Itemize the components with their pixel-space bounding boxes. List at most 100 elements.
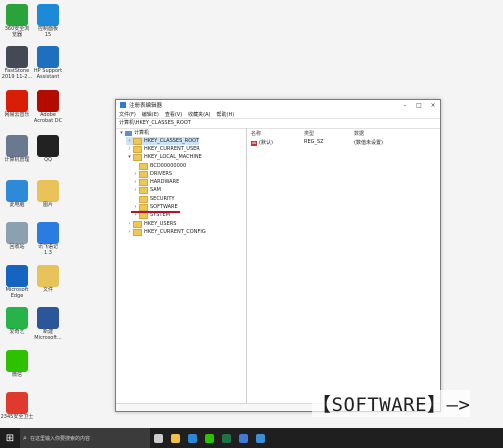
acrobat-icon: [37, 90, 59, 112]
faststone-icon: [6, 46, 28, 68]
desktop-icon-word-doc[interactable]: 新建 Microsoft...: [31, 307, 65, 341]
folder-icon: [139, 195, 148, 203]
desktop-icon-netease-music[interactable]: 网易云音乐: [0, 90, 34, 119]
expand-arrow-icon[interactable]: ›: [126, 220, 133, 228]
expand-arrow-icon[interactable]: ▾: [126, 153, 133, 161]
recycle-bin-icon: [6, 222, 28, 244]
taskbar: ⊞ ⌕ 在这里输入你要搜索的内容: [0, 428, 503, 448]
close-button[interactable]: ×: [426, 100, 440, 110]
desktop-icon-file[interactable]: 文件: [31, 265, 65, 294]
explorer-icon: [171, 433, 180, 443]
file-icon: [37, 265, 59, 287]
iqiyi-icon: [6, 307, 28, 329]
menu-file[interactable]: 文件(F): [119, 111, 136, 118]
expand-arrow-icon[interactable]: ›: [126, 137, 133, 145]
taskbar-photos[interactable]: [235, 428, 252, 448]
maximize-button[interactable]: □: [412, 100, 426, 110]
registry-editor-window: 注册表编辑器 – □ × 文件(F) 编辑(E) 查看(V) 收藏夹(A) 帮助…: [115, 99, 441, 412]
folder-icon: [133, 145, 142, 153]
desktop-icon-360browser[interactable]: 360安全浏 览器: [0, 4, 34, 38]
taskbar-wechat[interactable]: [201, 428, 218, 448]
tree-node-sam[interactable]: › SAM: [132, 186, 161, 194]
software-annotation: 【SOFTWARE】—>: [312, 390, 471, 417]
taskbar-excel[interactable]: [218, 428, 235, 448]
tree-node-hkey-users[interactable]: › HKEY_USERS: [126, 220, 176, 228]
expand-arrow-icon[interactable]: ›: [132, 170, 139, 178]
computer-icon: [125, 130, 132, 136]
expand-arrow-icon[interactable]: ›: [132, 178, 139, 186]
qq-icon: [37, 135, 59, 157]
pictures-icon: [37, 180, 59, 202]
desktop-icon-edge[interactable]: Microsoft Edge: [0, 265, 34, 299]
windows-logo-icon: ⊞: [5, 432, 15, 444]
desktop-icon-qq[interactable]: QQ: [31, 135, 65, 164]
minimize-button[interactable]: –: [398, 100, 412, 110]
column-header-type[interactable]: 类型: [304, 130, 314, 137]
list-item-type: REG_SZ: [304, 139, 324, 145]
folder-icon: [139, 186, 148, 194]
desktop-icon-2345-security[interactable]: 2345安全卫士: [0, 392, 34, 421]
taskbar-search[interactable]: ⌕ 在这里输入你要搜索的内容: [20, 428, 150, 448]
values-list: 名称 类型 数据 ab (默认) REG_SZ (数值未设置): [247, 128, 440, 403]
tree-node-computer[interactable]: ▾ 计算机: [118, 129, 149, 137]
desktop-icon-this-pc[interactable]: 此电脑: [0, 180, 34, 209]
menu-bar: 文件(F) 编辑(E) 查看(V) 收藏夹(A) 帮助(H): [116, 110, 440, 118]
taskbar-task-view[interactable]: [150, 428, 167, 448]
netease-music-icon: [6, 90, 28, 112]
desktop-icon-control-panel[interactable]: 控制面板 15: [31, 4, 65, 38]
desktop-icon-acrobat[interactable]: Adobe Acrobat DC: [31, 90, 65, 124]
desktop-icon-wechat[interactable]: 微信: [0, 350, 34, 379]
menu-help[interactable]: 帮助(H): [217, 111, 235, 118]
expand-arrow-icon[interactable]: ›: [126, 228, 133, 236]
desktop-icon-pictures[interactable]: 图片: [31, 180, 65, 209]
folder-icon: [139, 178, 148, 186]
task-view-icon: [154, 433, 163, 443]
tree-node-software[interactable]: › SOFTWARE: [132, 203, 178, 211]
start-button[interactable]: ⊞: [0, 428, 20, 448]
taskbar-edge[interactable]: [184, 428, 201, 448]
menu-edit[interactable]: 编辑(E): [142, 111, 159, 118]
menu-favorites[interactable]: 收藏夹(A): [188, 111, 210, 118]
360-browser-icon: [6, 4, 28, 26]
tree-node-hkey-current-user[interactable]: › HKEY_CURRENT_USER: [126, 145, 200, 153]
registry-tree: ▾ 计算机 › HKEY_CLASSES_ROOT › HKEY_CURRENT_US…: [116, 128, 247, 403]
search-placeholder: 在这里输入你要搜索的内容: [30, 435, 91, 442]
folder-icon: [139, 170, 148, 178]
wechat-icon: [6, 350, 28, 372]
expand-arrow-icon[interactable]: ›: [132, 186, 139, 194]
tree-node-hkey-current-config[interactable]: › HKEY_CURRENT_CONFIG: [126, 228, 206, 236]
excel-icon: [222, 433, 231, 443]
desktop-icon-faststone[interactable]: FastStone 2019 11-2...: [0, 46, 34, 80]
desktop-icon-iqiyi[interactable]: 爱奇艺: [0, 307, 34, 336]
title-bar[interactable]: 注册表编辑器 – □ ×: [116, 100, 440, 110]
string-value-icon: ab: [251, 141, 257, 146]
desktop-icon-hp-support[interactable]: HP Support Assistant: [31, 46, 65, 80]
taskbar-regedit[interactable]: [252, 428, 269, 448]
folder-icon: [139, 162, 148, 170]
expand-arrow-icon[interactable]: ▾: [118, 129, 125, 137]
folder-icon: [133, 228, 142, 236]
tree-node-drivers[interactable]: › DRIVERS: [132, 170, 172, 178]
menu-view[interactable]: 查看(V): [165, 111, 182, 118]
tree-node-security[interactable]: SECURITY: [132, 195, 175, 203]
tree-node-hardware[interactable]: › HARDWARE: [132, 178, 179, 186]
desktop-icon-xunfei[interactable]: 讯飞语记 1.3: [31, 222, 65, 256]
expand-arrow-icon[interactable]: ›: [132, 203, 139, 211]
computer-management-icon: [6, 135, 28, 157]
control-panel-icon: [37, 4, 59, 26]
tree-node-hkey-classes-root[interactable]: › HKEY_CLASSES_ROOT: [126, 137, 200, 145]
regedit-app-icon: [120, 102, 126, 108]
list-item-name[interactable]: ab (默认): [251, 139, 273, 146]
expand-arrow-icon[interactable]: ›: [126, 145, 133, 153]
column-header-data[interactable]: 数据: [354, 130, 364, 137]
desktop-icon-computer-management[interactable]: 计算机管理: [0, 135, 34, 164]
taskbar-explorer[interactable]: [167, 428, 184, 448]
2345-security-icon: [6, 392, 28, 414]
tree-node-bcd[interactable]: BCD00000000: [132, 162, 186, 170]
wechat-icon: [205, 433, 214, 443]
desktop-icon-recycle-bin[interactable]: 回收站: [0, 222, 34, 251]
tree-node-hkey-local-machine[interactable]: ▾ HKEY_LOCAL_MACHINE: [126, 153, 202, 161]
column-header-name[interactable]: 名称: [251, 130, 261, 137]
photos-icon: [239, 433, 248, 443]
regedit-icon: [256, 433, 265, 443]
